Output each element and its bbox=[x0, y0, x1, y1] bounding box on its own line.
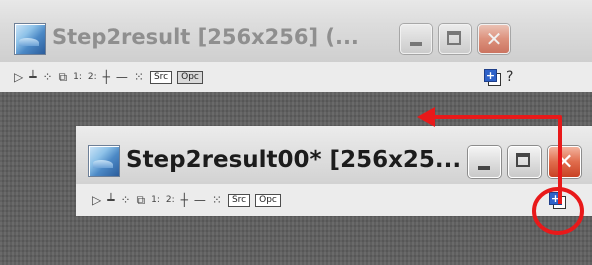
channel-1-icon[interactable]: 1: bbox=[73, 72, 82, 82]
src-button[interactable]: Src bbox=[227, 193, 251, 207]
window-app-icon bbox=[14, 23, 46, 55]
title-bar[interactable]: Step2result00* [256x25... ✕ bbox=[76, 126, 592, 184]
toolbar: ▷ ┷ ⁘ ⧉ 1: 2: ┼ — ⁙ Src Opc + ? bbox=[0, 62, 592, 92]
toolbar: ▷ ┷ ⁘ ⧉ 1: 2: ┼ — ⁙ Src Opc + bbox=[76, 184, 592, 216]
float-window-icon[interactable]: + bbox=[549, 192, 566, 209]
grid-icon[interactable]: ⁙ bbox=[134, 70, 144, 84]
maximize-button[interactable] bbox=[508, 146, 541, 178]
window-title: Step2result00* [256x25... bbox=[126, 147, 462, 173]
pointer-icon[interactable]: ▷ bbox=[92, 193, 101, 207]
pointer-icon[interactable]: ▷ bbox=[14, 70, 23, 84]
zoom-icon[interactable]: ⁘ bbox=[42, 70, 52, 84]
anchor-icon[interactable]: ┷ bbox=[107, 193, 114, 207]
anchor-icon[interactable]: ┷ bbox=[29, 70, 36, 84]
src-button[interactable]: Src bbox=[149, 70, 173, 84]
crosshair-icon[interactable]: ┼ bbox=[181, 193, 188, 207]
zoom-icon[interactable]: ⁘ bbox=[120, 193, 130, 207]
minimize-button[interactable] bbox=[468, 146, 501, 178]
opc-button[interactable]: Opc bbox=[255, 193, 281, 207]
copy-icon[interactable]: ⧉ bbox=[59, 70, 68, 85]
close-icon: ✕ bbox=[485, 27, 503, 51]
line-icon[interactable]: — bbox=[116, 70, 128, 84]
grid-icon[interactable]: ⁙ bbox=[212, 193, 222, 207]
close-button[interactable]: ✕ bbox=[478, 24, 510, 54]
help-button[interactable]: ? bbox=[506, 69, 513, 85]
opc-button[interactable]: Opc bbox=[177, 70, 203, 84]
channel-2-icon[interactable]: 2: bbox=[88, 72, 97, 82]
image-canvas[interactable] bbox=[76, 216, 592, 265]
close-icon: ✕ bbox=[555, 149, 574, 175]
title-bar[interactable]: Step2result [256x256] (... ✕ bbox=[0, 0, 592, 62]
close-button[interactable]: ✕ bbox=[548, 146, 581, 178]
float-window-icon[interactable]: + bbox=[484, 69, 501, 86]
channel-1-icon[interactable]: 1: bbox=[151, 195, 160, 205]
line-icon[interactable]: — bbox=[194, 193, 206, 207]
channel-2-icon[interactable]: 2: bbox=[166, 195, 175, 205]
window-step2result00: Step2result00* [256x25... ✕ ▷ ┷ ⁘ ⧉ 1: 2… bbox=[76, 126, 592, 265]
crosshair-icon[interactable]: ┼ bbox=[103, 70, 110, 84]
window-app-icon bbox=[88, 145, 120, 177]
window-title: Step2result [256x256] (... bbox=[52, 25, 359, 49]
copy-icon[interactable]: ⧉ bbox=[137, 193, 146, 208]
minimize-button[interactable] bbox=[400, 24, 432, 54]
maximize-button[interactable] bbox=[439, 24, 471, 54]
